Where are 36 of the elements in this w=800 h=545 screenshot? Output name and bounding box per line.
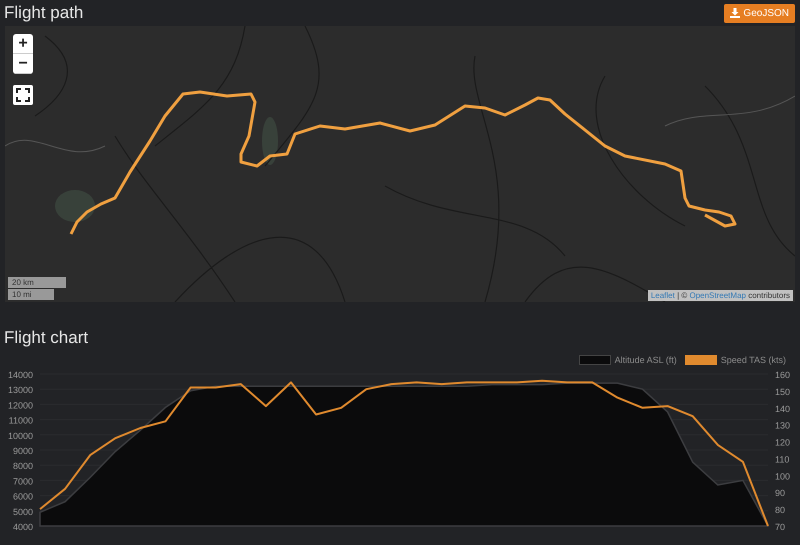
axis-tick-label: 11000 <box>8 416 33 426</box>
scale-bar: 10 mi <box>8 289 54 300</box>
axis-tick-label: 4000 <box>12 522 33 532</box>
legend-label: Altitude ASL (ft) <box>614 355 677 365</box>
axis-tick-label: 70 <box>775 522 786 532</box>
axis-tick-label: 150 <box>775 386 790 397</box>
axis-tick-label: 120 <box>775 438 790 448</box>
axis-tick-label: 5000 <box>12 506 33 517</box>
attribution-text: Leaflet | © OpenStreetMap contributors <box>648 290 793 301</box>
legend-label: Speed TAS (kts) <box>720 355 786 365</box>
axis-tick-label: 8000 <box>12 461 33 472</box>
geojson-download-button[interactable]: GeoJSON <box>724 4 795 22</box>
leaflet-link[interactable]: Leaflet <box>650 291 675 300</box>
axis-tick-label: 12000 <box>8 400 33 410</box>
axis-tick-label: 100 <box>775 471 790 482</box>
axis-tick-label: 10000 <box>8 430 33 441</box>
axis-tick-label: 13000 <box>8 385 33 396</box>
section-title: Flight chart <box>4 328 90 349</box>
section-title: Flight path <box>4 2 84 22</box>
axis-tick-label: 140 <box>775 404 790 414</box>
scale-bar: 20 km <box>8 277 66 288</box>
fullscreen-button[interactable] <box>13 85 33 105</box>
axis-tick-label: 80 <box>775 505 786 516</box>
axis-tick-label: 7000 <box>12 476 33 486</box>
axis-tick-label: 9000 <box>12 446 33 456</box>
download-icon <box>730 8 740 18</box>
zoom-out-button[interactable]: − <box>13 54 33 74</box>
axis-tick-label: 6000 <box>12 492 33 502</box>
fullscreen-icon <box>16 88 30 102</box>
axis-tick-label: 90 <box>775 488 786 498</box>
zoom-in-button[interactable]: + <box>13 34 33 54</box>
openstreetmap-link[interactable]: OpenStreetMap <box>689 291 746 300</box>
axis-tick-label: 130 <box>775 420 790 431</box>
axis-tick-label: 160 <box>775 370 790 380</box>
axis-tick-label: 14000 <box>8 370 33 380</box>
axis-tick-label: 110 <box>775 454 790 464</box>
